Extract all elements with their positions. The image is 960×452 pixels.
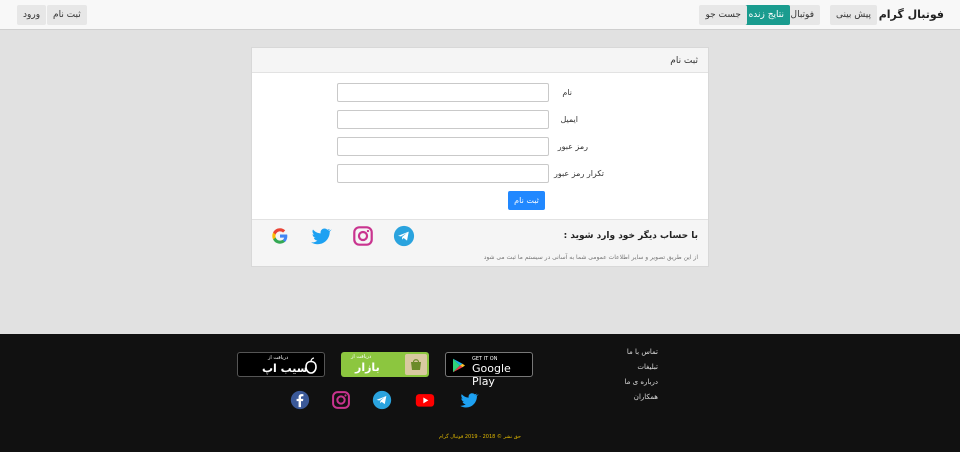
facebook-icon[interactable] (290, 390, 310, 410)
telegram-icon[interactable] (372, 390, 392, 410)
sibapp-big-text: سیب اپ (262, 362, 308, 375)
brand-logo[interactable]: فوتبال گرام (879, 8, 944, 21)
instagram-icon[interactable] (352, 225, 374, 247)
email-input[interactable] (337, 110, 549, 129)
bazaar-badge[interactable]: دریافت از بازار (341, 352, 429, 377)
password-input[interactable] (337, 137, 549, 156)
footer-link-contact[interactable]: تماس با ما (627, 348, 658, 356)
copyright-text: حق نشر © 2018 - 2019 فوتبال گرام (439, 434, 521, 440)
register-nav-button[interactable]: ثبت نام (47, 5, 87, 25)
nav-item-live-results[interactable]: نتایج زنده (742, 5, 790, 25)
bazaar-logo (405, 354, 427, 375)
email-label: ایمیل (560, 115, 578, 124)
footer-link-partners[interactable]: همکاران (634, 393, 658, 401)
google-play-icon (453, 358, 465, 373)
name-input[interactable] (337, 83, 549, 102)
register-card: ثبت نام نام ایمیل رمز عبور تکرار رمز عبو… (251, 47, 709, 267)
register-submit-button[interactable]: ثبت نام (508, 191, 545, 210)
register-card-header: ثبت نام (252, 48, 708, 73)
sibapp-badge[interactable]: دریافت از سیب اپ (237, 352, 325, 377)
nav-item-prediction[interactable]: پیش بینی (830, 5, 877, 25)
bazaar-small-text: دریافت از (351, 354, 372, 360)
google-play-big-text: Google Play (472, 362, 511, 388)
footer: تماس با ما تبلیغات درباره ی ما همکاران G… (0, 334, 960, 452)
bazaar-bag-icon (411, 359, 421, 370)
google-play-badge[interactable]: GET IT ON Google Play (445, 352, 533, 388)
password-confirm-label: تکرار رمز عبور (554, 169, 604, 178)
bazaar-big-text: بازار (355, 361, 380, 374)
telegram-icon[interactable] (393, 225, 415, 247)
youtube-icon[interactable] (415, 390, 435, 410)
login-nav-button[interactable]: ورود (17, 5, 47, 25)
twitter-icon[interactable] (459, 390, 479, 410)
twitter-icon[interactable] (310, 225, 332, 247)
name-label: نام (562, 88, 572, 97)
social-login-section: با حساب دیگر خود وارد شوید : از این طریق… (252, 219, 708, 266)
instagram-icon[interactable] (331, 390, 351, 410)
footer-link-ads[interactable]: تبلیغات (637, 363, 658, 371)
social-login-title: با حساب دیگر خود وارد شوید : (563, 231, 698, 241)
password-confirm-input[interactable] (337, 164, 549, 183)
nav-item-search[interactable]: جست جو (699, 5, 747, 25)
footer-link-about[interactable]: درباره ی ما (625, 378, 658, 386)
social-login-description: از این طریق تصویر و سایر اطلاعات عمومی ش… (483, 254, 698, 261)
google-icon[interactable] (269, 225, 291, 247)
top-navbar: فوتبال گرام پیش بینی فوتبال فانتزی نتایج… (0, 0, 960, 30)
password-label: رمز عبور (557, 142, 588, 151)
sibapp-small-text: دریافت از (268, 355, 289, 361)
